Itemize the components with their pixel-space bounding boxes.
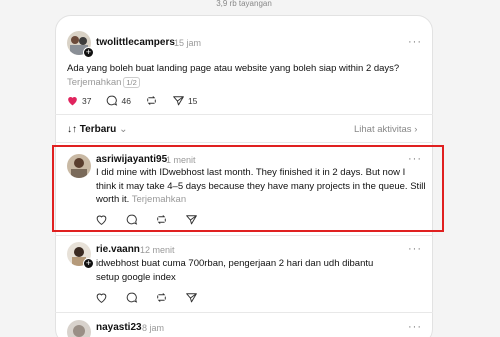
repost-button[interactable] — [145, 94, 158, 107]
repost-icon — [147, 96, 156, 105]
heart-icon[interactable] — [95, 213, 108, 226]
divider — [55, 142, 433, 143]
reply-avatar[interactable] — [67, 154, 91, 178]
translate-link[interactable]: Terjemahkan — [132, 194, 186, 205]
reply-username[interactable]: nayasti23 — [96, 322, 142, 333]
sort-dropdown[interactable]: ↓↑ Terbaru ⌄ — [67, 124, 127, 135]
view-activity-link[interactable]: Lihat aktivitas › — [354, 124, 417, 135]
divider — [55, 235, 433, 236]
reply-time[interactable]: 8 jam — [142, 323, 164, 333]
reply-username[interactable]: rie.vaann — [96, 244, 140, 255]
reply-button[interactable]: 46 — [105, 94, 131, 107]
comment-icon[interactable] — [125, 213, 138, 226]
share-button[interactable]: 15 — [172, 94, 197, 107]
share-count: 15 — [187, 95, 198, 106]
chevron-down-icon: ⌄ — [119, 124, 128, 135]
reply-count: 46 — [121, 95, 131, 106]
repost-icon[interactable] — [155, 213, 168, 226]
reply-avatar-wrap[interactable]: + — [67, 242, 94, 269]
sort-icon: ↓↑ — [67, 124, 80, 135]
like-button[interactable]: 37 — [66, 94, 91, 107]
like-count: 37 — [82, 95, 92, 106]
more-options-icon[interactable]: ··· — [408, 243, 422, 255]
translate-badge: 1/2 — [123, 76, 140, 88]
repost-icon[interactable] — [155, 291, 168, 304]
view-count: 3,9 rb tayangan — [216, 0, 272, 8]
reply-time[interactable]: 1 menit — [166, 155, 196, 165]
divider — [55, 114, 433, 115]
heart-icon[interactable] — [95, 291, 108, 304]
reply-avatar[interactable] — [67, 320, 91, 337]
post-actions: 37 46 15 — [66, 94, 197, 107]
follow-plus-icon[interactable]: + — [83, 258, 94, 269]
heart-filled-icon — [68, 96, 77, 106]
post-time[interactable]: 15 jam — [174, 38, 201, 48]
reply-text: I did mine with IDwebhost last month. Th… — [96, 166, 426, 207]
send-icon — [173, 96, 184, 106]
comment-icon — [107, 95, 118, 106]
more-options-icon[interactable]: ··· — [408, 36, 422, 48]
follow-plus-icon[interactable]: + — [83, 47, 94, 58]
send-icon[interactable] — [185, 213, 198, 226]
post-body: Ada yang boleh buat landing page atau we… — [67, 63, 400, 74]
activity-label: Lihat aktivitas — [354, 124, 412, 135]
post-avatar-wrap[interactable]: + — [67, 31, 94, 58]
reply-username[interactable]: asriwijayanti95 — [96, 154, 167, 165]
post-text: Ada yang boleh buat landing page atau we… — [67, 62, 417, 89]
chevron-right-icon: › — [414, 124, 418, 135]
divider — [55, 312, 433, 313]
reply-time[interactable]: 12 menit — [140, 245, 175, 255]
more-options-icon[interactable]: ··· — [408, 153, 422, 165]
more-options-icon[interactable]: ··· — [408, 321, 422, 333]
sort-label: Terbaru — [79, 124, 117, 135]
reply-actions — [95, 213, 198, 226]
reply-body: idwebhost buat cuma 700rban, pengerjaan … — [96, 258, 374, 283]
reply-actions — [95, 291, 198, 304]
post-username[interactable]: twolittlecampers — [96, 37, 175, 48]
previous-post-strip: 3,9 rb tayangan — [55, 0, 433, 10]
send-icon[interactable] — [185, 291, 198, 304]
translate-link[interactable]: Terjemahkan — [67, 77, 121, 88]
comment-icon[interactable] — [125, 291, 138, 304]
